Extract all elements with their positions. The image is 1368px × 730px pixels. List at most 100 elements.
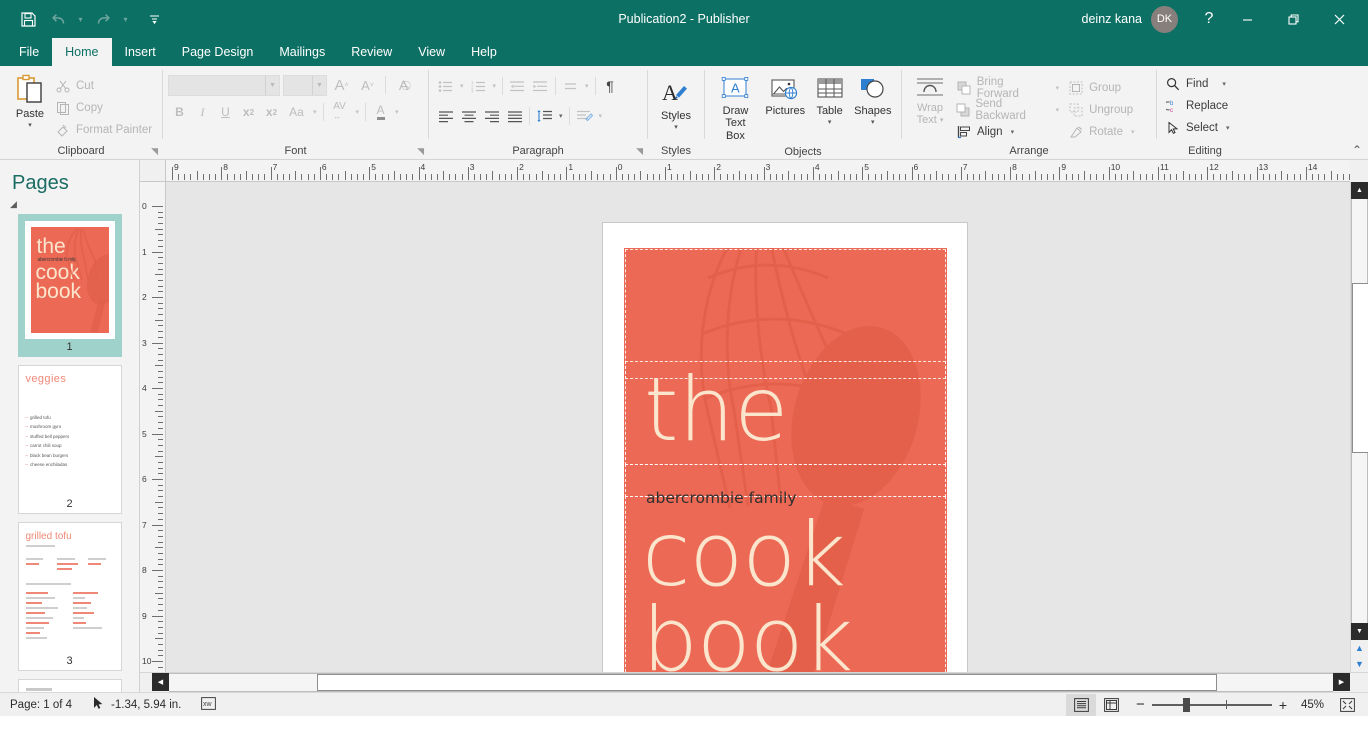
- ruler-corner[interactable]: [140, 160, 166, 182]
- rotate-button[interactable]: Rotate ▾: [1065, 121, 1151, 143]
- superscript-button[interactable]: x2: [260, 101, 283, 123]
- font-color-dropdown-icon[interactable]: ▾: [392, 108, 402, 116]
- minimize-button[interactable]: [1224, 0, 1270, 38]
- zoom-percent-label[interactable]: 45%: [1294, 699, 1324, 711]
- page-thumbnail-4[interactable]: [17, 679, 122, 692]
- numbering-icon[interactable]: 123: [467, 75, 490, 97]
- bullets-icon[interactable]: [434, 75, 457, 97]
- rotate-dropdown-icon[interactable]: ▾: [1128, 128, 1138, 136]
- change-case-dropdown-icon[interactable]: ▾: [310, 108, 320, 116]
- bring-forward-dropdown-icon[interactable]: ▾: [1053, 84, 1063, 92]
- align-left-icon[interactable]: [434, 105, 457, 127]
- change-case-button[interactable]: Aa: [283, 101, 310, 123]
- underline-button[interactable]: U: [214, 101, 237, 123]
- page-thumbnail-2[interactable]: veggies grilled tofu mushroom gyro stuff…: [17, 365, 122, 514]
- send-backward-button[interactable]: Send Backward ▾: [953, 98, 1065, 122]
- find-button[interactable]: Find ▾: [1162, 73, 1232, 95]
- pages-collapse-icon[interactable]: ◢: [0, 195, 139, 214]
- horizontal-scroll-thumb[interactable]: [317, 674, 1217, 691]
- font-dialog-launcher-icon[interactable]: ◥: [417, 146, 424, 157]
- character-spacing-dropdown-icon[interactable]: ▾: [353, 108, 363, 116]
- tab-mailings[interactable]: Mailings: [266, 38, 338, 66]
- clear-formatting-icon[interactable]: A⃠: [392, 74, 415, 96]
- grow-font-icon[interactable]: A ˄: [330, 74, 353, 96]
- shapes-dropdown-icon[interactable]: ▾: [871, 118, 875, 126]
- vertical-scroll-track[interactable]: [1351, 199, 1368, 623]
- shrink-font-icon[interactable]: A ˅: [356, 74, 379, 96]
- tab-insert[interactable]: Insert: [112, 38, 169, 66]
- bring-forward-button[interactable]: Bring Forward ▾: [953, 76, 1065, 100]
- character-spacing-button[interactable]: AV ↔: [327, 101, 353, 123]
- subscript-button[interactable]: x2: [237, 101, 260, 123]
- align-right-icon[interactable]: [480, 105, 503, 127]
- font-size-dropdown-icon[interactable]: ▼: [312, 75, 326, 95]
- fit-page-button[interactable]: [1334, 694, 1360, 716]
- close-button[interactable]: [1316, 0, 1362, 38]
- replace-button[interactable]: bc Replace: [1162, 95, 1231, 117]
- undo-dropdown-icon[interactable]: ▾: [74, 6, 87, 32]
- send-backward-dropdown-icon[interactable]: ▾: [1053, 106, 1063, 114]
- collapse-ribbon-button[interactable]: ⌃: [1352, 143, 1362, 157]
- zoom-in-button[interactable]: +: [1279, 697, 1287, 713]
- paste-dropdown-icon[interactable]: ▾: [28, 121, 32, 129]
- table-button[interactable]: Table ▾: [810, 74, 850, 129]
- view-normal-button[interactable]: [1066, 693, 1097, 716]
- next-page-icon[interactable]: ▼: [1351, 656, 1368, 672]
- styles-dropdown-icon[interactable]: ▾: [674, 123, 678, 131]
- zoom-out-button[interactable]: −: [1136, 696, 1145, 713]
- paragraph-settings-dropdown-icon[interactable]: ▾: [596, 112, 606, 120]
- wrap-text-button[interactable]: Wrap Text ▾: [907, 73, 953, 130]
- scroll-up-button[interactable]: ▲: [1351, 182, 1368, 199]
- show-paragraph-marks-icon[interactable]: ¶: [599, 75, 622, 97]
- line-spacing-small-dropdown-icon[interactable]: ▾: [582, 82, 592, 90]
- page-indicator[interactable]: Page: 1 of 4: [0, 699, 82, 711]
- page-thumbnail-1[interactable]: the abercrombie family cook book 1: [17, 214, 122, 357]
- tab-review[interactable]: Review: [338, 38, 405, 66]
- scroll-left-button[interactable]: ◀: [152, 673, 169, 691]
- paste-button[interactable]: Paste ▾: [8, 71, 52, 132]
- horizontal-scroll-track[interactable]: [169, 673, 1333, 692]
- horizontal-scrollbar[interactable]: ◀ ▶: [140, 672, 1368, 692]
- tab-page-design[interactable]: Page Design: [169, 38, 267, 66]
- select-button[interactable]: Select ▾: [1162, 117, 1235, 139]
- restore-button[interactable]: [1270, 0, 1316, 38]
- styles-button[interactable]: A Styles ▾: [654, 75, 698, 134]
- page-thumbnail-3[interactable]: grilled tofu 3: [17, 522, 122, 671]
- clipboard-dialog-launcher-icon[interactable]: ◥: [151, 146, 158, 157]
- help-icon[interactable]: ?: [1194, 0, 1224, 38]
- shapes-button[interactable]: Shapes ▾: [850, 74, 896, 129]
- justify-icon[interactable]: [503, 105, 526, 127]
- redo-icon[interactable]: [89, 6, 117, 32]
- font-size-input[interactable]: ▼: [283, 74, 327, 96]
- select-dropdown-icon[interactable]: ▾: [1223, 124, 1233, 132]
- save-icon[interactable]: [14, 6, 42, 32]
- undo-icon[interactable]: [44, 6, 72, 32]
- canvas-area[interactable]: the abercrombie family cook book: [166, 182, 1350, 672]
- line-spacing-dropdown-icon[interactable]: ▾: [556, 112, 566, 120]
- tab-file[interactable]: File: [6, 38, 52, 66]
- zoom-slider-handle[interactable]: [1183, 697, 1190, 712]
- bullets-dropdown-icon[interactable]: ▾: [457, 82, 467, 90]
- cookbook-cover[interactable]: the abercrombie family cook book: [624, 248, 947, 672]
- font-name-input[interactable]: ▼: [168, 74, 280, 96]
- vertical-ruler[interactable]: 01234567891011: [140, 182, 166, 672]
- page-sheet[interactable]: the abercrombie family cook book: [602, 222, 968, 672]
- line-spacing-small-icon[interactable]: [559, 75, 582, 97]
- numbering-dropdown-icon[interactable]: ▾: [490, 82, 500, 90]
- vertical-scrollbar[interactable]: ▲ ▼ ▲ ▼: [1350, 182, 1368, 672]
- font-color-button[interactable]: A: [369, 101, 392, 123]
- copy-button[interactable]: Copy: [52, 97, 155, 119]
- tab-help[interactable]: Help: [458, 38, 510, 66]
- draw-text-box-button[interactable]: A Draw Text Box: [710, 74, 761, 145]
- align-dropdown-icon[interactable]: ▾: [1008, 128, 1018, 136]
- view-master-page-button[interactable]: [1096, 694, 1126, 716]
- decrease-indent-icon[interactable]: [506, 75, 529, 97]
- customize-qat-icon[interactable]: [140, 6, 168, 32]
- align-center-icon[interactable]: [457, 105, 480, 127]
- cut-button[interactable]: Cut: [52, 75, 155, 97]
- increase-indent-icon[interactable]: [529, 75, 552, 97]
- font-name-dropdown-icon[interactable]: ▼: [265, 75, 279, 95]
- vertical-scroll-thumb[interactable]: [1352, 283, 1368, 453]
- align-button[interactable]: Align ▾: [953, 121, 1065, 143]
- paragraph-settings-icon[interactable]: [573, 105, 596, 127]
